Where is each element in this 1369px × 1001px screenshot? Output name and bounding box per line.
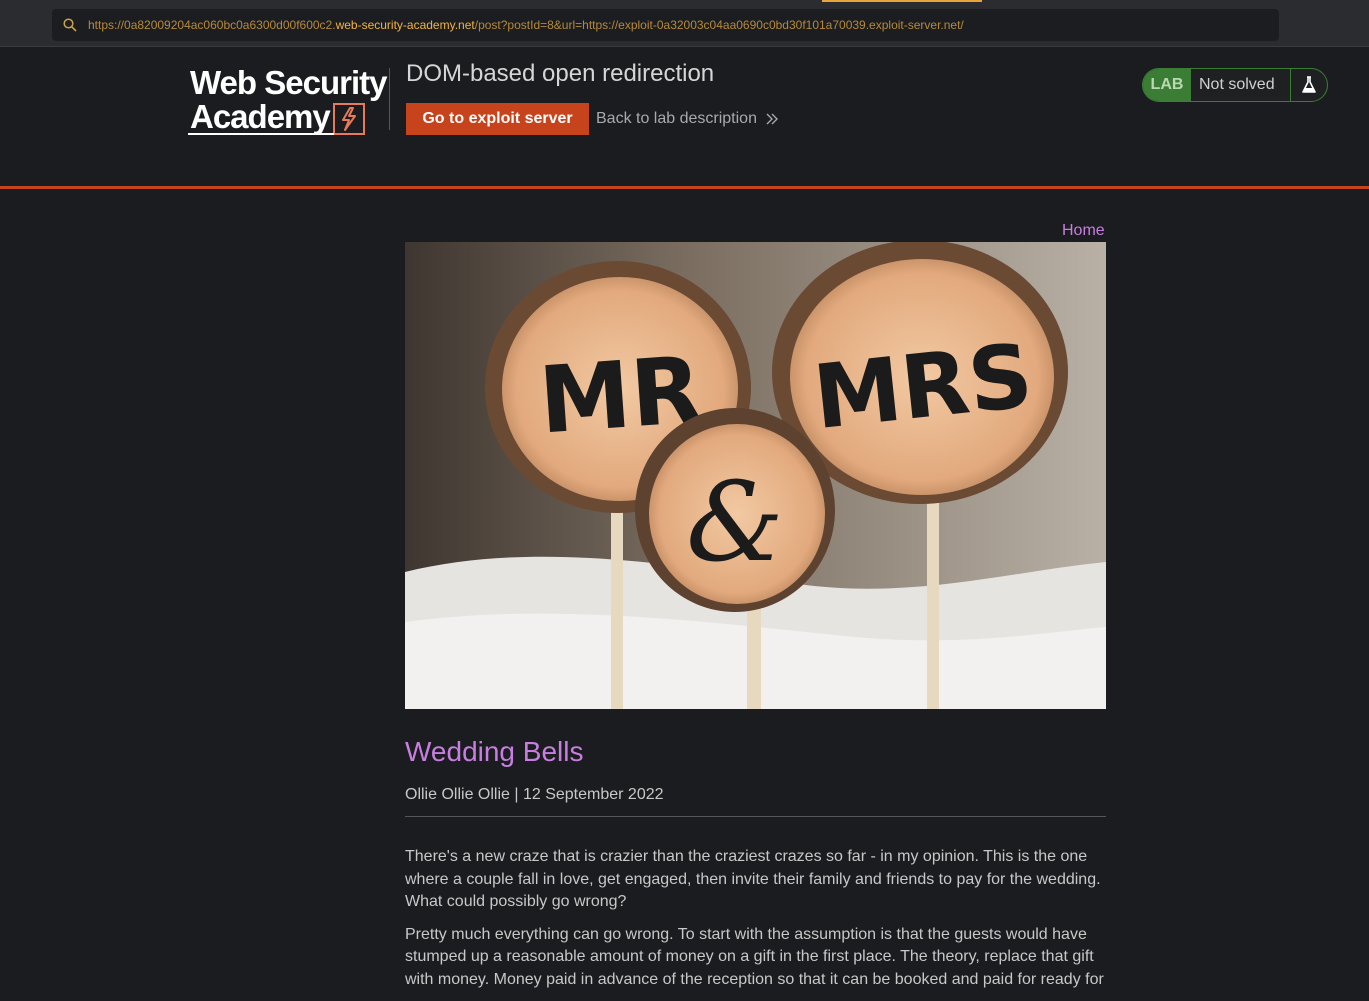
lab-tag: LAB [1143, 69, 1191, 101]
active-tab-indicator [822, 0, 982, 2]
lab-status-badge: LAB Not solved [1142, 68, 1328, 102]
header-separator [0, 186, 1369, 189]
post-title: Wedding Bells [405, 736, 584, 767]
back-to-lab-description-link[interactable]: Back to lab description [596, 110, 779, 128]
logo-bolt-icon [333, 103, 365, 135]
post-author-date: Ollie Ollie Ollie | 12 September 2022 [405, 786, 664, 803]
web-security-academy-logo[interactable]: Web Security Academy [188, 66, 388, 138]
url-text[interactable]: https://0a82009204ac060bc0a6300d00f600c2… [88, 18, 964, 32]
address-bar[interactable]: https://0a82009204ac060bc0a6300d00f600c2… [52, 9, 1279, 41]
search-icon [52, 9, 88, 41]
browser-toolbar: https://0a82009204ac060bc0a6300d00f600c2… [0, 0, 1369, 47]
logo-line2: Academy [190, 98, 331, 135]
back-link-label: Back to lab description [596, 110, 757, 127]
post-meta-divider [405, 816, 1106, 817]
cake-topper-illustration: MR MRS & [405, 242, 1106, 709]
post-paragraph: Pretty much everything can go wrong. To … [405, 925, 1104, 988]
flask-icon [1290, 69, 1327, 101]
header-divider [389, 68, 390, 130]
home-link[interactable]: Home [1062, 222, 1105, 240]
lab-title: DOM-based open redirection [406, 60, 715, 87]
post-image: MR MRS & [405, 242, 1106, 709]
url-prefix: https://0a82009204ac060bc0a6300d00f600c2… [88, 18, 336, 32]
logo-line1: Web Security [190, 64, 387, 101]
url-host: web-security-academy.net [335, 18, 475, 32]
lab-status: Not solved [1199, 76, 1275, 93]
logo-underline [188, 133, 334, 135]
go-to-exploit-server-button[interactable]: Go to exploit server [406, 103, 589, 135]
post-paragraph: There's a new craze that is crazier than… [405, 848, 1101, 910]
url-path: /post?postId=8&url=https://exploit-0a320… [474, 18, 964, 32]
double-chevron-right-icon [766, 113, 778, 125]
post-body: There's a new craze that is crazier than… [405, 846, 1110, 1001]
svg-text:&: & [686, 458, 784, 586]
